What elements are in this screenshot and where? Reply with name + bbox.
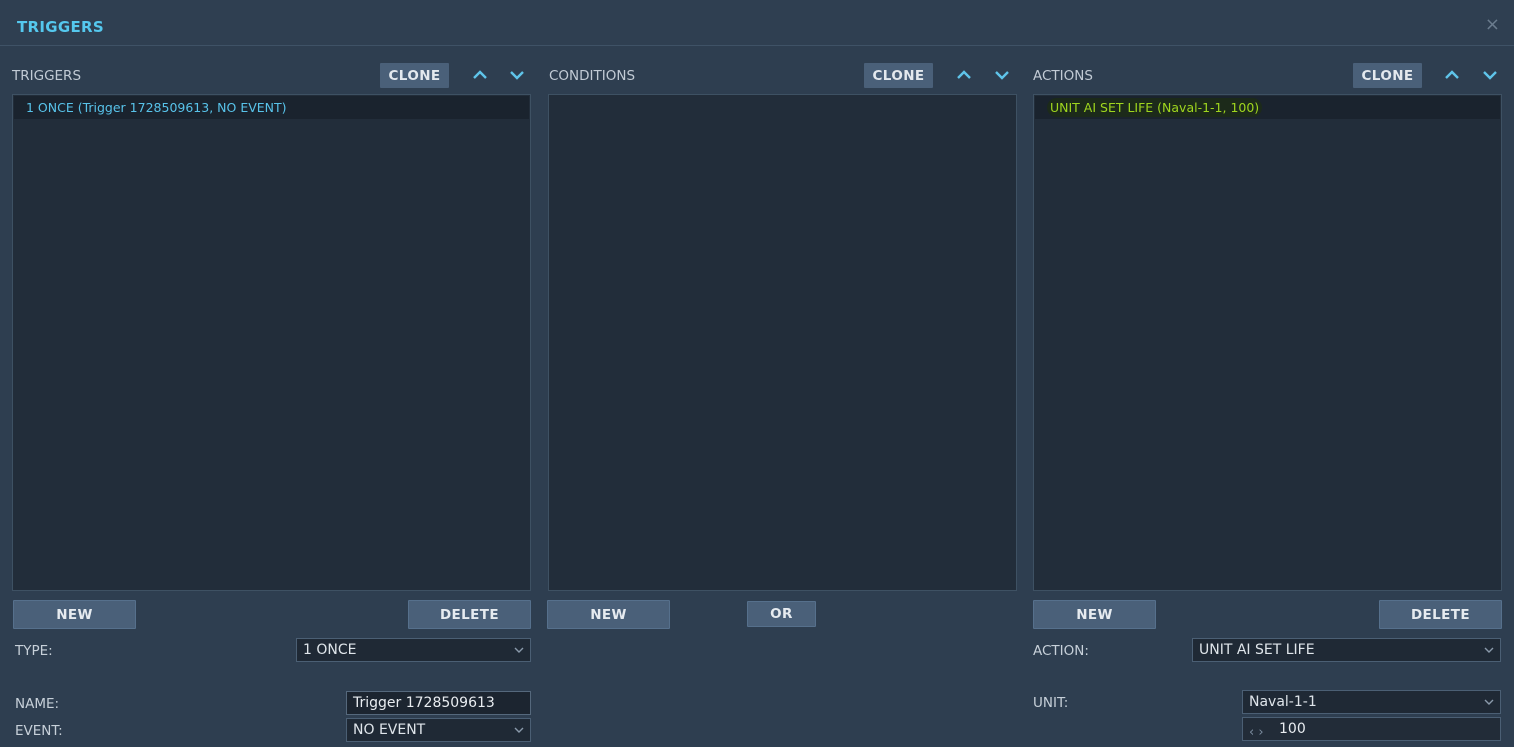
dropdown-chevron-icon <box>514 727 524 733</box>
window-title: TRIGGERS <box>17 18 104 36</box>
stepper-arrows-icon[interactable]: ‹ › <box>1249 722 1264 744</box>
triggers-move-up-button[interactable] <box>471 66 489 84</box>
action-select[interactable]: UNIT AI SET LIFE <box>1192 638 1501 662</box>
event-select[interactable]: NO EVENT <box>346 718 531 742</box>
actions-new-button[interactable]: NEW <box>1033 600 1156 629</box>
triggers-new-button[interactable]: NEW <box>13 600 136 629</box>
conditions-or-button[interactable]: OR <box>747 601 816 627</box>
dropdown-chevron-icon <box>1484 699 1494 705</box>
triggers-move-down-button[interactable] <box>508 66 526 84</box>
chevron-up-icon <box>1445 70 1459 79</box>
chevron-down-icon <box>1483 71 1497 80</box>
conditions-list[interactable] <box>548 94 1017 591</box>
actions-clone-button[interactable]: CLONE <box>1353 63 1422 88</box>
actions-move-up-button[interactable] <box>1443 66 1461 84</box>
window-titlebar: TRIGGERS × <box>0 0 1514 46</box>
dropdown-chevron-icon <box>514 647 524 653</box>
name-input[interactable]: Trigger 1728509613 <box>346 691 531 715</box>
triggers-clone-button[interactable]: CLONE <box>380 63 449 88</box>
conditions-move-up-button[interactable] <box>955 66 973 84</box>
chevron-down-icon <box>995 71 1009 80</box>
chevron-up-icon <box>957 70 971 79</box>
actions-section-label: ACTIONS <box>1033 68 1093 84</box>
dropdown-chevron-icon <box>1484 647 1494 653</box>
triggers-list[interactable]: 1 ONCE (Trigger 1728509613, NO EVENT) <box>12 94 531 591</box>
chevron-down-icon <box>510 71 524 80</box>
life-value: 100 <box>1279 721 1306 737</box>
close-icon[interactable]: × <box>1485 16 1500 34</box>
name-label: NAME: <box>15 696 60 712</box>
action-select-value: UNIT AI SET LIFE <box>1199 642 1315 658</box>
action-label: ACTION: <box>1033 643 1089 659</box>
triggers-delete-button[interactable]: DELETE <box>408 600 531 629</box>
type-select-value: 1 ONCE <box>303 642 357 658</box>
triggers-section-label: TRIGGERS <box>12 68 82 84</box>
chevron-up-icon <box>473 70 487 79</box>
actions-delete-button[interactable]: DELETE <box>1379 600 1502 629</box>
type-label: TYPE: <box>15 643 53 659</box>
unit-select-value: Naval-1-1 <box>1249 694 1317 710</box>
conditions-move-down-button[interactable] <box>993 66 1011 84</box>
conditions-new-button[interactable]: NEW <box>547 600 670 629</box>
trigger-list-item[interactable]: 1 ONCE (Trigger 1728509613, NO EVENT) <box>14 96 529 119</box>
unit-label: UNIT: <box>1033 695 1069 711</box>
conditions-clone-button[interactable]: CLONE <box>864 63 933 88</box>
action-list-item-label: UNIT AI SET LIFE (Naval-1-1, 100) <box>1047 98 1263 117</box>
life-stepper[interactable]: ‹ › 100 <box>1242 717 1501 741</box>
conditions-section-label: CONDITIONS <box>549 68 636 84</box>
actions-list[interactable]: UNIT AI SET LIFE (Naval-1-1, 100) <box>1033 94 1502 591</box>
type-select[interactable]: 1 ONCE <box>296 638 531 662</box>
event-label: EVENT: <box>15 723 63 739</box>
unit-select[interactable]: Naval-1-1 <box>1242 690 1501 714</box>
event-select-value: NO EVENT <box>353 722 426 738</box>
action-list-item[interactable]: UNIT AI SET LIFE (Naval-1-1, 100) <box>1035 96 1500 119</box>
actions-move-down-button[interactable] <box>1481 66 1499 84</box>
